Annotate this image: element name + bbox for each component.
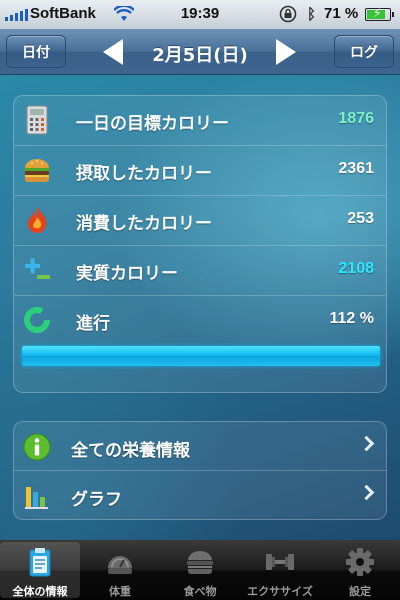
- battery-percentage: 71 %: [324, 5, 359, 22]
- previous-day-arrow-icon[interactable]: [103, 39, 123, 65]
- burger-icon: [187, 551, 213, 574]
- stat-label: 一日の目標カロリー: [76, 114, 229, 134]
- stat-row-net-calories: 実質カロリー 2108: [14, 246, 386, 296]
- stat-value: 112 %: [329, 310, 374, 327]
- tab-label: 全体の情報: [12, 585, 68, 598]
- link-label: 全ての栄養情報: [71, 441, 190, 461]
- calculator-icon: [26, 105, 48, 135]
- clipboard-icon: [29, 548, 51, 577]
- chevron-right-icon: [358, 484, 375, 501]
- tab-bar: 全体の情報 体重 食べ物 エクササイズ 設定: [0, 540, 400, 600]
- navigation-bar: 日付 2月5日(日) ログ: [0, 29, 400, 75]
- stat-row-target-calories: 一日の目標カロリー 1876: [14, 96, 386, 146]
- stat-row-intake-calories: 摂取したカロリー 2361: [14, 146, 386, 196]
- bar-graph-icon: [25, 487, 48, 509]
- stat-row-progress: 進行 112 %: [14, 296, 386, 394]
- date-button[interactable]: 日付: [6, 35, 66, 68]
- links-panel: 全ての栄養情報 グラフ: [13, 421, 387, 520]
- tab-label: 体重: [109, 585, 131, 598]
- battery-icon: ⚡: [365, 6, 394, 21]
- plus-minus-icon: [25, 258, 50, 279]
- stat-row-burned-calories: 消費したカロリー 253: [14, 196, 386, 246]
- tab-weight[interactable]: 体重: [80, 540, 160, 600]
- all-nutrition-info-link[interactable]: 全ての栄養情報: [14, 422, 386, 471]
- progress-bar-fill: [22, 346, 380, 366]
- page-title: 2月5日(日): [152, 45, 248, 66]
- progress-ring-icon: [24, 307, 50, 333]
- next-day-arrow-icon[interactable]: [276, 39, 296, 65]
- link-label: グラフ: [71, 490, 122, 510]
- stat-label: 実質カロリー: [76, 264, 178, 284]
- flame-icon: [28, 207, 47, 233]
- tab-label: 食べ物: [183, 585, 217, 598]
- tab-food[interactable]: 食べ物: [160, 540, 240, 600]
- tab-settings[interactable]: 設定: [320, 540, 400, 600]
- tab-label: 設定: [349, 585, 371, 598]
- stat-value: 253: [347, 210, 374, 227]
- tab-label: エクササイズ: [247, 585, 313, 598]
- stat-label: 消費したカロリー: [76, 214, 212, 234]
- log-button[interactable]: ログ: [334, 35, 394, 68]
- burger-icon: [24, 159, 50, 182]
- graph-link[interactable]: グラフ: [14, 471, 386, 520]
- status-bar: SoftBank 19:39 ᛒ 71 % ⚡: [0, 0, 400, 29]
- rotation-lock-icon: [279, 5, 297, 23]
- stat-value: 2108: [338, 260, 374, 277]
- stat-label: 進行: [76, 314, 110, 334]
- tab-exercise[interactable]: エクササイズ: [240, 540, 320, 600]
- gear-icon: [346, 548, 374, 576]
- stat-value: 2361: [338, 160, 374, 177]
- stat-value: 1876: [338, 110, 374, 127]
- progress-bar: [22, 346, 380, 366]
- chevron-right-icon: [358, 435, 375, 452]
- calorie-summary-panel: 一日の目標カロリー 1876 摂取したカロリー 2361 消費したカロリー 25…: [13, 95, 387, 393]
- main-content: 一日の目標カロリー 1876 摂取したカロリー 2361 消費したカロリー 25…: [0, 75, 400, 540]
- info-icon: [23, 433, 51, 461]
- bluetooth-icon: ᛒ: [307, 5, 317, 23]
- tab-overview[interactable]: 全体の情報: [0, 542, 80, 598]
- scale-icon: [108, 556, 132, 574]
- stat-label: 摂取したカロリー: [76, 164, 212, 184]
- dumbbell-icon: [266, 554, 294, 570]
